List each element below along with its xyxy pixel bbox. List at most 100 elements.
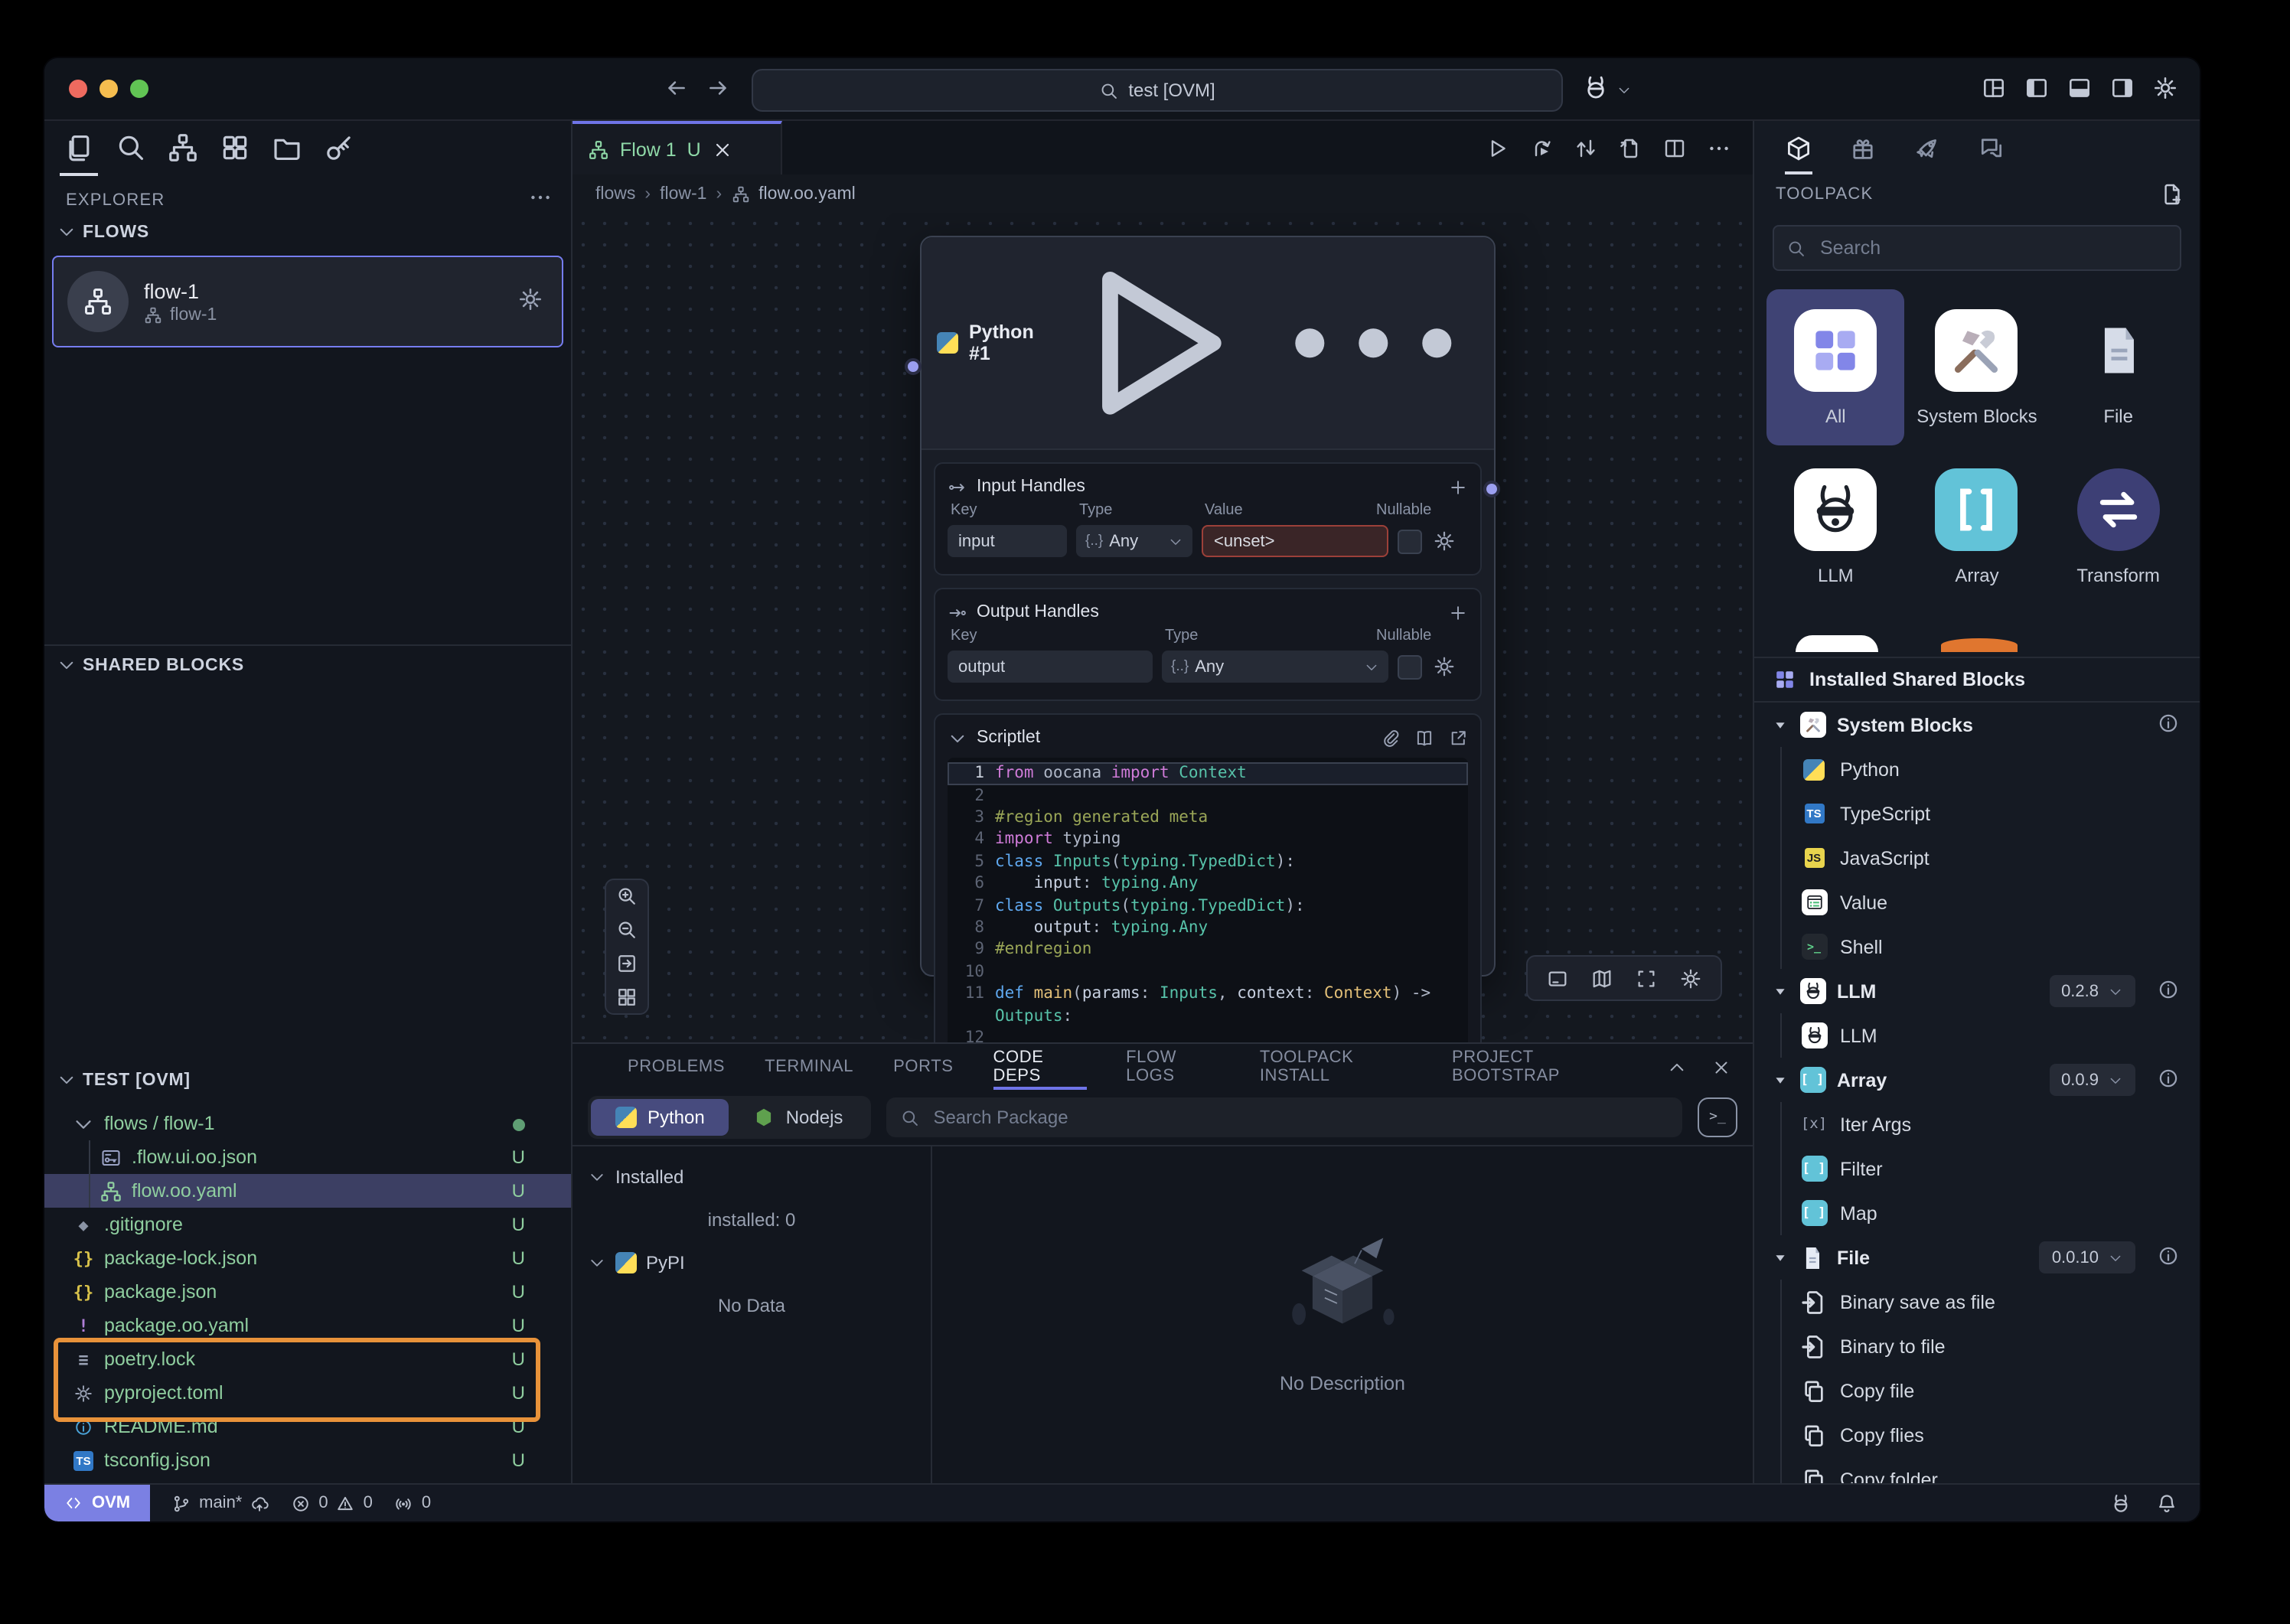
code-line[interactable]: 11def main(params: Inputs, context: Cont… <box>948 983 1468 1005</box>
minimize-window-button[interactable] <box>99 80 118 98</box>
code-line[interactable]: 6 input: typing.Any <box>948 873 1468 895</box>
block-binary-to-file[interactable]: Binary to file <box>1782 1324 2200 1368</box>
open-external-icon[interactable] <box>1448 729 1468 748</box>
maximize-panel-icon[interactable] <box>1667 1057 1687 1077</box>
installed-section[interactable]: Installed <box>572 1156 931 1198</box>
assistant-rabbit-icon[interactable] <box>1581 73 1610 103</box>
assistant-chevron-icon[interactable] <box>1616 83 1632 98</box>
block-group-array[interactable]: [ ]Array0.0.9 <box>1754 1058 2200 1102</box>
customize-layout-icon[interactable] <box>1981 75 2007 101</box>
code-line[interactable]: 1from oocana import Context <box>948 763 1468 785</box>
runtime-nodejs[interactable]: Nodejs <box>729 1099 868 1136</box>
broadcast-status[interactable]: 0 <box>394 1493 431 1513</box>
file-flow.oo.yaml[interactable]: flow.oo.yamlU <box>44 1174 571 1208</box>
deploy-rocket-icon[interactable] <box>1913 134 1941 161</box>
notifications-bell-icon[interactable] <box>2155 1492 2178 1515</box>
minimap-icon[interactable] <box>1590 967 1613 990</box>
flow-card-gear-icon[interactable] <box>517 286 543 312</box>
panel-tab-project-bootstrap[interactable]: PROJECT BOOTSTRAP <box>1452 1044 1627 1090</box>
file-.flow.ui.oo.json[interactable]: .flow.ui.oo.jsonU <box>44 1140 571 1174</box>
breadcrumb-item[interactable]: flows <box>595 184 635 203</box>
block-copy-file[interactable]: Copy file <box>1782 1368 2200 1413</box>
chat-icon[interactable] <box>1978 134 2005 161</box>
close-panel-icon[interactable] <box>1711 1057 1731 1077</box>
toolpack-search[interactable] <box>1773 225 2181 271</box>
secrets-activity-icon[interactable] <box>323 132 355 164</box>
toolpack-search-input[interactable] <box>1817 236 2168 260</box>
folder-flows-flow-1[interactable]: flows / flow-1 <box>44 1107 571 1140</box>
block-llm[interactable]: LLM <box>1782 1013 2200 1058</box>
remote-indicator[interactable]: OVM <box>44 1485 150 1521</box>
block-typescript[interactable]: TSTypeScript <box>1782 791 2200 836</box>
runtime-python[interactable]: Python <box>591 1099 729 1136</box>
toggle-bottom-panel-icon[interactable] <box>2067 75 2093 101</box>
block-group-file[interactable]: File0.0.10 <box>1754 1235 2200 1280</box>
output-gear-icon[interactable] <box>1433 656 1456 679</box>
assistant-rabbit-icon[interactable] <box>2109 1492 2132 1515</box>
info-icon[interactable] <box>2157 712 2180 735</box>
version-select[interactable]: 0.0.9 <box>2049 1064 2135 1096</box>
back-icon[interactable] <box>663 75 689 101</box>
block-filter[interactable]: [ ]Filter <box>1782 1146 2200 1191</box>
block-map[interactable]: [ ]Map <box>1782 1191 2200 1235</box>
info-icon[interactable] <box>2157 1244 2180 1267</box>
tab-flow-1[interactable]: Flow 1 U <box>572 121 782 174</box>
python-node[interactable]: Python #1 Input Handles Key <box>920 236 1496 977</box>
file-package-lock.json[interactable]: {}package-lock.jsonU <box>44 1241 571 1275</box>
block-javascript[interactable]: JSJavaScript <box>1782 836 2200 880</box>
code-line[interactable]: 8 output: typing.Any <box>948 917 1468 939</box>
code-line[interactable]: Outputs: <box>948 1005 1468 1027</box>
version-select[interactable]: 0.0.10 <box>2040 1241 2135 1273</box>
file-package.json[interactable]: {}package.jsonU <box>44 1275 571 1309</box>
maximize-window-button[interactable] <box>130 80 148 98</box>
file-.gitignore[interactable]: ◆.gitignoreU <box>44 1208 571 1241</box>
panel-tab-problems[interactable]: PROBLEMS <box>628 1044 725 1090</box>
block-copy-flies[interactable]: Copy flies <box>1782 1413 2200 1457</box>
input-connection-dot[interactable] <box>905 358 922 375</box>
rerun-flow-icon[interactable] <box>1529 135 1554 160</box>
block-binary-save-as-file[interactable]: Binary save as file <box>1782 1280 2200 1324</box>
panel-tab-terminal[interactable]: TERMINAL <box>765 1044 853 1090</box>
input-gear-icon[interactable] <box>1433 530 1456 553</box>
toggle-right-sidebar-icon[interactable] <box>2109 75 2135 101</box>
block-python[interactable]: Python <box>1782 747 2200 791</box>
blocks-activity-icon[interactable] <box>219 132 251 164</box>
code-line[interactable]: 5class Inputs(typing.TypedDict): <box>948 851 1468 873</box>
fullscreen-icon[interactable] <box>1635 967 1658 990</box>
code-line[interactable]: 9#endregion <box>948 939 1468 961</box>
flows-section-header[interactable]: FLOWS <box>57 222 149 242</box>
breadcrumb-item[interactable]: flow.oo.yaml <box>758 184 856 203</box>
toolpack-tab-icon[interactable] <box>1785 134 1812 161</box>
toolpack-category-file[interactable]: File <box>2049 289 2187 445</box>
forward-icon[interactable] <box>706 75 732 101</box>
package-search[interactable] <box>886 1097 1682 1137</box>
block-group-llm[interactable]: LLM0.2.8 <box>1754 969 2200 1013</box>
fit-view-icon[interactable] <box>615 952 638 975</box>
pypi-section[interactable]: PyPI <box>572 1241 931 1284</box>
attach-icon[interactable] <box>1381 729 1401 748</box>
split-editor-icon[interactable] <box>1662 135 1687 160</box>
explorer-more-icon[interactable] <box>528 185 553 210</box>
command-center-search[interactable]: test [OVM] <box>752 69 1563 112</box>
output-type-select[interactable]: {..} Any <box>1162 651 1388 683</box>
breadcrumb[interactable]: flows›flow-1›flow.oo.yaml <box>572 174 1753 213</box>
docs-icon[interactable] <box>1414 729 1434 748</box>
node-more-icon[interactable] <box>1267 237 1479 449</box>
output-nullable-checkbox[interactable] <box>1398 656 1422 680</box>
export-file-icon[interactable] <box>1618 135 1642 160</box>
shared-blocks-section-header[interactable]: SHARED BLOCKS <box>57 655 244 675</box>
chevron-down-icon[interactable] <box>948 729 967 748</box>
panel-tab-toolpack-install[interactable]: TOOLPACK INSTALL <box>1260 1044 1412 1090</box>
toolpack-category-llm[interactable]: LLM <box>1766 448 1905 603</box>
block-value[interactable]: Value <box>1782 880 2200 925</box>
info-icon[interactable] <box>2157 978 2180 1001</box>
input-value-field[interactable]: <unset> <box>1202 526 1388 558</box>
test-section-header[interactable]: TEST [OVM] <box>57 1070 191 1090</box>
breadcrumb-item[interactable]: flow-1 <box>660 184 706 203</box>
flows-activity-icon[interactable] <box>167 132 199 164</box>
input-key-field[interactable]: input <box>948 526 1067 558</box>
run-node-icon[interactable] <box>1045 237 1257 449</box>
close-window-button[interactable] <box>69 80 87 98</box>
info-icon[interactable] <box>2157 1067 2180 1090</box>
canvas-settings-icon[interactable] <box>1679 967 1702 990</box>
